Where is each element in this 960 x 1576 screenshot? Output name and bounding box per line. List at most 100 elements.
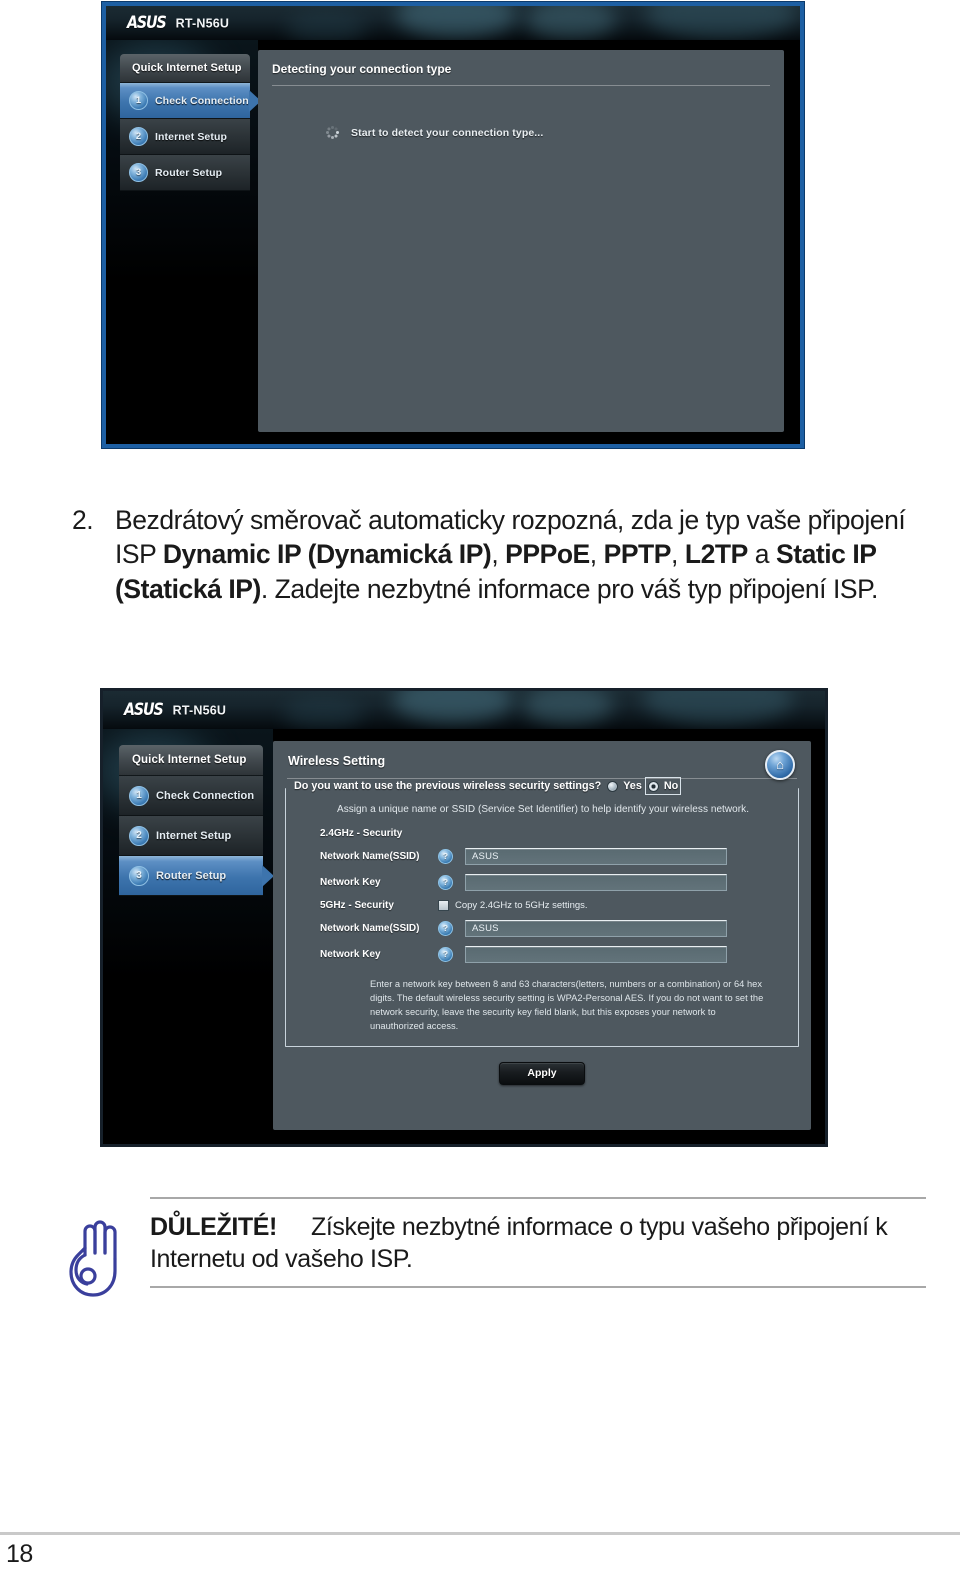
sidebar-item-label: Router Setup	[155, 166, 223, 179]
step-text: Bezdrátový směrovač automaticky rozpozná…	[115, 503, 932, 606]
screenshot-detecting-connection: ASUS RT-N56U Quick Internet Setup 1 Chec…	[102, 2, 804, 448]
router-body: Quick Internet Setup 1 Check Connection …	[106, 40, 800, 444]
router-web-ui: ASUS RT-N56U Quick Internet Setup 1 Chec…	[103, 691, 825, 1144]
sidebar-item-label: Check Connection	[155, 94, 249, 107]
step-bold-pppoe: PPPoE	[505, 539, 590, 570]
asus-logo: ASUS	[124, 699, 164, 720]
sidebar-item-check-connection[interactable]: 1 Check Connection	[119, 776, 263, 816]
sidebar-menu: Quick Internet Setup 1 Check Connection …	[120, 54, 250, 191]
checkbox-box	[438, 900, 449, 911]
step-text-b: ,	[491, 539, 506, 570]
sidebar-item-router-setup[interactable]: 3 Router Setup	[120, 155, 250, 191]
footer-divider	[0, 1532, 960, 1535]
asus-logo: ASUS	[127, 12, 167, 33]
header-texture-blob	[393, 691, 513, 723]
router-header-bar: ASUS RT-N56U	[106, 6, 800, 40]
page-number: 18	[6, 1540, 33, 1568]
sidebar-item-label: Check Connection	[156, 789, 255, 802]
hand-stop-icon	[42, 1197, 150, 1299]
radio-no-label: No	[663, 780, 679, 792]
step-bold-dynamic-ip: Dynamic IP (Dynamická IP)	[162, 539, 492, 570]
router-model-label: RT-N56U	[175, 16, 230, 30]
sidebar-item-router-setup[interactable]: 3 Router Setup	[119, 856, 263, 896]
step-text-c: ,	[589, 539, 604, 570]
field-label: Network Key	[320, 877, 381, 888]
router-content-panel: Wireless Setting ⌂ Do you want to use th…	[273, 741, 811, 1130]
step-number-badge: 2	[129, 825, 149, 846]
router-sidebar: Quick Internet Setup 1 Check Connection …	[103, 729, 273, 1144]
brand-block: ASUS RT-N56U	[126, 12, 230, 33]
router-header-bar: ASUS RT-N56U	[103, 691, 825, 729]
network-key-help-text: Enter a network key between 8 and 63 cha…	[370, 979, 764, 1032]
apply-button[interactable]: Apply	[499, 1061, 585, 1085]
field-label: Network Name(SSID)	[320, 851, 420, 862]
important-note: DŮLEŽITÉ! Získejte nezbytné informace o t…	[42, 1197, 926, 1299]
panel-title: Wireless Setting	[288, 754, 386, 768]
manual-page: ASUS RT-N56U Quick Internet Setup 1 Chec…	[0, 0, 960, 1576]
field-label: Network Key	[320, 949, 381, 960]
detect-status-row: Start to detect your connection type...	[326, 126, 784, 139]
note-label: DŮLEŽITÉ!	[150, 1213, 277, 1241]
apply-button-label: Apply	[527, 1067, 557, 1079]
step-text-f: . Zadejte nezbytné informace pro váš typ…	[260, 573, 878, 604]
wireless-security-fieldset: Do you want to use the previous wireless…	[285, 777, 799, 1047]
copy-settings-label: Copy 2.4GHz to 5GHz settings.	[455, 900, 588, 911]
ssid-5-input[interactable]: ASUS	[465, 920, 727, 937]
loading-spinner-icon	[326, 126, 339, 139]
assign-ssid-note: Assign a unique name or SSID (Service Se…	[336, 804, 750, 815]
key-5-input[interactable]	[465, 946, 727, 963]
step-bold-l2tp: L2TP	[684, 539, 748, 570]
sidebar-title: Quick Internet Setup	[119, 745, 263, 776]
previous-settings-question: Do you want to use the previous wireless…	[294, 780, 602, 792]
screenshot-wireless-setting: ASUS RT-N56U Quick Internet Setup 1 Chec…	[100, 688, 828, 1147]
copy-settings-checkbox[interactable]: Copy 2.4GHz to 5GHz settings.	[438, 900, 588, 911]
ssid-24-input[interactable]: ASUS	[465, 848, 727, 865]
router-web-ui: ASUS RT-N56U Quick Internet Setup 1 Chec…	[106, 6, 800, 444]
key-24-input[interactable]	[465, 874, 727, 891]
help-icon[interactable]: ?	[438, 921, 453, 936]
home-icon[interactable]: ⌂	[765, 750, 795, 780]
header-texture-blob	[643, 691, 793, 725]
help-icon[interactable]: ?	[438, 849, 453, 864]
step-text-e: a	[747, 539, 776, 570]
sidebar-item-internet-setup[interactable]: 2 Internet Setup	[119, 816, 263, 856]
header-texture-blob	[286, 12, 366, 40]
router-content-panel: Detecting your connection type Start to …	[258, 50, 784, 432]
apply-button-row: Apply	[273, 1061, 811, 1085]
step-number-badge: 1	[129, 785, 149, 806]
field-row-24-key: Network Key ?	[320, 874, 788, 891]
help-icon[interactable]: ?	[438, 947, 453, 962]
header-texture-blob	[396, 6, 516, 38]
router-model-label: RT-N56U	[172, 703, 227, 717]
sidebar-title: Quick Internet Setup	[120, 54, 250, 83]
router-body: Quick Internet Setup 1 Check Connection …	[103, 729, 825, 1144]
step-number-badge: 1	[129, 91, 148, 110]
home-glyph: ⌂	[776, 757, 784, 772]
step-number: 2.	[72, 505, 94, 535]
brand-block: ASUS RT-N56U	[123, 699, 227, 720]
step-paragraph: 2. Bezdrátový směrovač automaticky rozpo…	[72, 503, 932, 606]
step-number-badge: 3	[129, 865, 149, 886]
step-number-badge: 3	[129, 163, 148, 182]
field-row-24-ssid: Network Name(SSID) ? ASUS	[320, 848, 788, 865]
section-24ghz-heading: 2.4GHz - Security	[320, 828, 403, 839]
ssid-24-value: ASUS	[472, 851, 499, 862]
ssid-5-value: ASUS	[472, 923, 499, 934]
section-5ghz-heading: 5GHz - Security	[320, 900, 394, 911]
note-body: DŮLEŽITÉ! Získejte nezbytné informace o t…	[150, 1197, 926, 1288]
header-texture-blob	[526, 6, 616, 40]
sidebar-item-check-connection[interactable]: 1 Check Connection	[120, 83, 250, 119]
sidebar-item-internet-setup[interactable]: 2 Internet Setup	[120, 119, 250, 155]
radio-yes-dot	[607, 780, 619, 792]
radio-yes-label: Yes	[623, 780, 642, 792]
radio-yes[interactable]: Yes	[607, 780, 642, 792]
sidebar-item-label: Internet Setup	[156, 829, 232, 842]
help-icon[interactable]: ?	[438, 875, 453, 890]
header-texture-blob	[646, 6, 796, 40]
panel-divider	[272, 85, 770, 86]
step-text-d: ,	[671, 539, 685, 570]
radio-no[interactable]: No	[644, 777, 682, 795]
fieldset-legend: Do you want to use the previous wireless…	[292, 777, 683, 795]
sidebar-item-label: Router Setup	[156, 869, 227, 882]
note-text: DŮLEŽITÉ! Získejte nezbytné informace o t…	[150, 1211, 926, 1275]
